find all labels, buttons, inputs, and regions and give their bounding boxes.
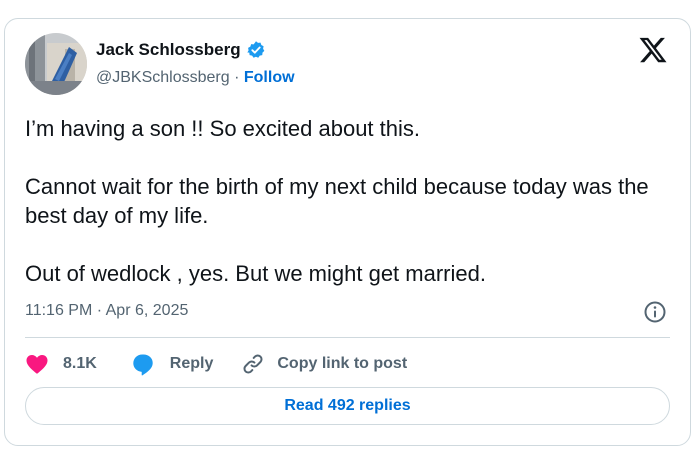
tweet-paragraph: I’m having a son !! So excited about thi…: [25, 116, 421, 141]
follow-button[interactable]: Follow: [244, 69, 295, 86]
author-name[interactable]: Jack Schlossberg: [96, 40, 241, 60]
tweet-text: I’m having a son !! So excited about thi…: [25, 114, 675, 288]
divider: [25, 337, 670, 338]
x-logo-icon[interactable]: [638, 35, 668, 65]
verified-badge-icon: [246, 41, 264, 58]
reply-button[interactable]: Reply: [131, 352, 214, 376]
read-replies-label: Read 492 replies: [284, 397, 411, 414]
like-button[interactable]: 8.1K: [25, 352, 97, 376]
heart-icon: [26, 355, 48, 374]
action-bar: 8.1K Reply Copy link to post: [25, 350, 407, 378]
tweet-card: Jack Schlossberg @JBKSchlossberg · Follo…: [4, 18, 691, 446]
read-replies-button[interactable]: Read 492 replies: [25, 387, 670, 425]
handle-separator: ·: [234, 69, 240, 86]
tweet-paragraph: Cannot wait for the birth of my next chi…: [25, 174, 649, 228]
tweet-timestamp[interactable]: 11:16 PM · Apr 6, 2025: [25, 302, 188, 320]
copy-link-button[interactable]: Copy link to post: [241, 352, 407, 376]
like-count: 8.1K: [63, 355, 97, 372]
avatar[interactable]: [25, 33, 87, 95]
author-handle[interactable]: @JBKSchlossberg: [96, 69, 230, 86]
info-icon[interactable]: [643, 300, 667, 324]
copy-link-label: Copy link to post: [277, 355, 408, 372]
tweet-paragraph: Out of wedlock , yes. But we might get m…: [25, 261, 486, 286]
reply-label: Reply: [169, 355, 214, 372]
link-icon: [243, 354, 263, 374]
reply-bubble-icon: [133, 354, 153, 376]
